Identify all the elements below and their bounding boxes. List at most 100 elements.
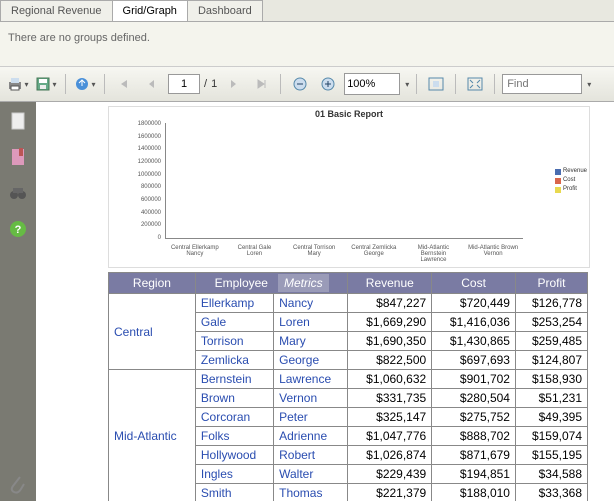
zoom-in-button[interactable] bbox=[316, 72, 340, 96]
cell: $34,588 bbox=[515, 465, 587, 484]
cell: Peter bbox=[274, 408, 348, 427]
cell: $1,669,290 bbox=[348, 313, 432, 332]
cell: Zemlicka bbox=[195, 351, 273, 370]
col-employee: Employee Metrics bbox=[195, 273, 348, 294]
cell: $1,690,350 bbox=[348, 332, 432, 351]
cell: Vernon bbox=[274, 389, 348, 408]
cell: Walter bbox=[274, 465, 348, 484]
cell: Corcoran bbox=[195, 408, 273, 427]
col-region: Region bbox=[109, 273, 196, 294]
cell: Nancy bbox=[274, 294, 348, 313]
cell: $158,930 bbox=[515, 370, 587, 389]
cell: $221,379 bbox=[348, 484, 432, 502]
table-row: Mid-AtlanticBernsteinLawrence$1,060,632$… bbox=[109, 370, 588, 389]
x-tick: Mid-Atlantic Bernstein Lawrence bbox=[408, 245, 458, 263]
legend-item: Revenue bbox=[555, 167, 587, 176]
cell: $159,074 bbox=[515, 427, 587, 446]
cell: Ingles bbox=[195, 465, 273, 484]
tab-regional-revenue[interactable]: Regional Revenue bbox=[0, 0, 113, 21]
cell: $33,368 bbox=[515, 484, 587, 502]
table-row: CentralEllerkampNancy$847,227$720,449$12… bbox=[109, 294, 588, 313]
export-button[interactable]: ▾ bbox=[73, 72, 97, 96]
cell: $51,231 bbox=[515, 389, 587, 408]
document-icon[interactable] bbox=[9, 112, 27, 130]
fit-page-button[interactable] bbox=[424, 72, 448, 96]
cell: George bbox=[274, 351, 348, 370]
prev-page-button[interactable] bbox=[140, 72, 164, 96]
x-tick: Central Ellerkamp Nancy bbox=[170, 245, 220, 263]
y-tick: 1600000 bbox=[111, 134, 161, 140]
cell: Robert bbox=[274, 446, 348, 465]
cell: $847,227 bbox=[348, 294, 432, 313]
cell: $720,449 bbox=[432, 294, 516, 313]
zoom-dropdown-icon[interactable]: ▾ bbox=[405, 80, 409, 89]
x-tick: Central Gale Loren bbox=[229, 245, 279, 263]
cell: $229,439 bbox=[348, 465, 432, 484]
cell: Ellerkamp bbox=[195, 294, 273, 313]
cell: $194,851 bbox=[432, 465, 516, 484]
cell: $871,679 bbox=[432, 446, 516, 465]
y-tick: 1200000 bbox=[111, 159, 161, 165]
cell: $188,010 bbox=[432, 484, 516, 502]
y-tick: 800000 bbox=[111, 184, 161, 190]
save-button[interactable]: ▾ bbox=[34, 72, 58, 96]
cell: Lawrence bbox=[274, 370, 348, 389]
attachment-icon[interactable] bbox=[8, 474, 26, 496]
bookmark-icon[interactable] bbox=[9, 148, 27, 166]
x-tick: Central Zemlicka George bbox=[349, 245, 399, 263]
cell: Torrison bbox=[195, 332, 273, 351]
fullscreen-button[interactable] bbox=[463, 72, 487, 96]
find-input[interactable] bbox=[502, 74, 582, 94]
zoom-out-button[interactable] bbox=[288, 72, 312, 96]
cell: $124,807 bbox=[515, 351, 587, 370]
cell-region: Central bbox=[109, 294, 196, 370]
next-page-button[interactable] bbox=[221, 72, 245, 96]
binoculars-icon[interactable] bbox=[9, 184, 27, 202]
cell: $325,147 bbox=[348, 408, 432, 427]
y-tick: 1000000 bbox=[111, 172, 161, 178]
cell: Thomas bbox=[274, 484, 348, 502]
chart-title: 01 Basic Report bbox=[109, 107, 589, 121]
cell: $49,395 bbox=[515, 408, 587, 427]
help-icon[interactable]: ? bbox=[9, 220, 27, 238]
tab-bar: Regional Revenue Grid/Graph Dashboard bbox=[0, 0, 614, 22]
cell: Adrienne bbox=[274, 427, 348, 446]
sidebar: ? bbox=[0, 102, 36, 501]
cell: Bernstein bbox=[195, 370, 273, 389]
cell: $697,693 bbox=[432, 351, 516, 370]
svg-text:?: ? bbox=[15, 224, 22, 236]
legend-item: Profit bbox=[555, 185, 587, 194]
cell: $280,504 bbox=[432, 389, 516, 408]
report-content: 01 Basic Report 180000016000001400000120… bbox=[36, 102, 614, 501]
page-number-input[interactable] bbox=[168, 74, 200, 94]
last-page-button[interactable] bbox=[249, 72, 273, 96]
col-revenue: Revenue bbox=[348, 273, 432, 294]
cell: Smith bbox=[195, 484, 273, 502]
x-tick: Central Torrison Mary bbox=[289, 245, 339, 263]
cell: Brown bbox=[195, 389, 273, 408]
first-page-button[interactable] bbox=[112, 72, 136, 96]
y-tick: 600000 bbox=[111, 197, 161, 203]
cell: Folks bbox=[195, 427, 273, 446]
find-dropdown-icon[interactable]: ▾ bbox=[587, 80, 591, 89]
tab-dashboard[interactable]: Dashboard bbox=[187, 0, 263, 21]
cell: $1,416,036 bbox=[432, 313, 516, 332]
cell: $1,060,632 bbox=[348, 370, 432, 389]
page-separator: / bbox=[204, 78, 207, 90]
cell: $259,485 bbox=[515, 332, 587, 351]
cell: $155,195 bbox=[515, 446, 587, 465]
print-button[interactable]: ▾ bbox=[6, 72, 30, 96]
cell-region: Mid-Atlantic bbox=[109, 370, 196, 502]
cell: Gale bbox=[195, 313, 273, 332]
cell: $901,702 bbox=[432, 370, 516, 389]
zoom-select[interactable] bbox=[344, 73, 400, 95]
tab-grid-graph[interactable]: Grid/Graph bbox=[112, 0, 188, 21]
cell: $1,026,874 bbox=[348, 446, 432, 465]
x-tick: Mid-Atlantic Brown Vernon bbox=[468, 245, 518, 263]
cell: Mary bbox=[274, 332, 348, 351]
data-table: Region Employee Metrics Revenue Cost Pro… bbox=[108, 272, 588, 501]
cell: Hollywood bbox=[195, 446, 273, 465]
col-profit: Profit bbox=[515, 273, 587, 294]
y-tick: 400000 bbox=[111, 210, 161, 216]
y-tick: 0 bbox=[111, 235, 161, 241]
